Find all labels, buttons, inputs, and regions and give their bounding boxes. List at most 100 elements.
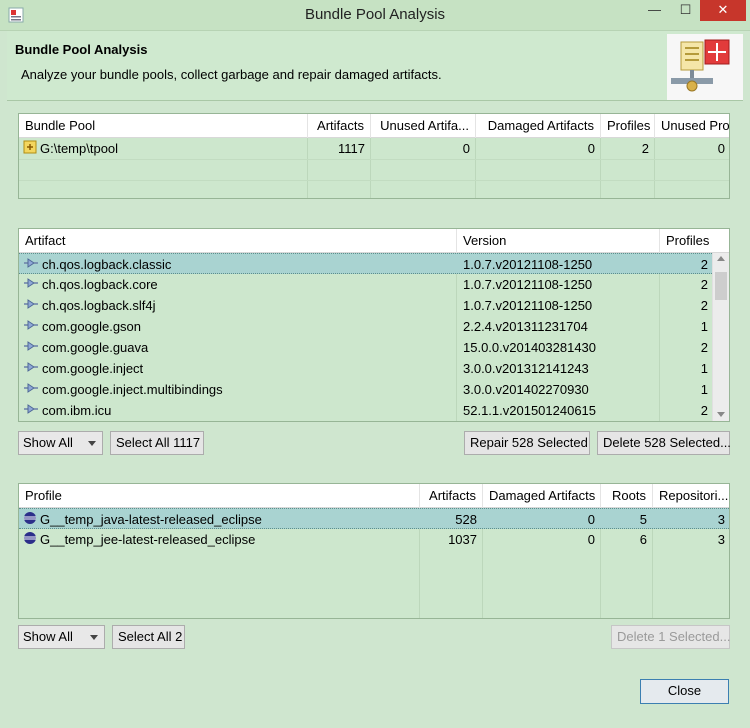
table-row[interactable]: com.google.gson 2.2.4.v201311231704 1 — [19, 316, 714, 337]
artifact-profiles-cell: 2 — [700, 403, 708, 418]
plugin-icon — [23, 275, 39, 295]
column-header-artifact[interactable]: Artifact — [19, 229, 457, 253]
artifact-profiles-cell: 2 — [700, 257, 708, 272]
plugin-icon — [23, 317, 39, 337]
table-row[interactable]: G__temp_java-latest-released_eclipse 528 0… — [19, 508, 729, 529]
profile-damaged-cell: 0 — [587, 512, 595, 527]
profile-table[interactable]: Profile Artifacts Damaged Artifacts Root… — [18, 483, 730, 619]
table-row[interactable]: com.ibm.icu 52.1.1.v201501240615 2 — [19, 400, 714, 421]
column-header-damaged-artifacts[interactable]: Damaged Artifacts — [476, 114, 601, 138]
plugin-icon — [23, 338, 39, 358]
plugin-icon — [23, 380, 39, 400]
artifact-name-cell: com.ibm.icu — [19, 400, 457, 421]
page-description: Analyze your bundle pools, collect garba… — [21, 67, 442, 82]
maximize-button[interactable]: ☐ — [672, 0, 699, 21]
artifact-select-all-button[interactable]: Select All 1117 — [110, 431, 204, 455]
artifact-profiles-cell: 1 — [700, 361, 708, 376]
plugin-icon — [23, 359, 39, 379]
profile-filter-select[interactable]: Show All — [18, 625, 105, 649]
table-row[interactable]: G__temp_jee-latest-released_eclipse 1037 0… — [19, 529, 729, 550]
plugin-icon — [23, 401, 39, 421]
delete-artifacts-button[interactable]: Delete 528 Selected... — [597, 431, 731, 455]
column-header-bundle-pool[interactable]: Bundle Pool — [19, 114, 308, 138]
profile-repositories-cell: 3 — [717, 532, 725, 547]
column-header-artifact-profiles[interactable]: Profiles — [660, 229, 714, 253]
scroll-down-icon[interactable] — [717, 412, 725, 417]
column-header-profile[interactable]: Profile — [19, 484, 420, 508]
scroll-up-icon[interactable] — [717, 256, 725, 261]
profile-select-all-button[interactable]: Select All 2 — [112, 625, 185, 649]
column-header-unused-artifacts[interactable]: Unused Artifa... — [371, 114, 476, 138]
artifact-table[interactable]: Artifact Version Profiles ch.qos.logback… — [18, 228, 730, 422]
bundle-pool-table-header: Bundle Pool Artifacts Unused Artifa... D… — [19, 114, 729, 138]
artifact-profiles-cell: 2 — [700, 340, 708, 355]
artifact-name-cell: ch.qos.logback.slf4j — [19, 295, 457, 316]
close-window-button[interactable]: ✕ — [700, 0, 746, 21]
column-header-profile-artifacts[interactable]: Artifacts — [420, 484, 483, 508]
artifact-table-header: Artifact Version Profiles — [19, 229, 729, 253]
artifact-version-cell: 1.0.7.v20121108-1250 — [463, 298, 593, 313]
window-title: Bundle Pool Analysis — [304, 6, 446, 23]
repair-selected-button[interactable]: Repair 528 Selected — [464, 431, 590, 455]
chevron-down-icon — [88, 441, 96, 446]
profile-roots-cell: 6 — [639, 532, 647, 547]
bundle-pool-icon — [23, 139, 37, 159]
plugin-icon — [23, 255, 39, 275]
profile-table-header: Profile Artifacts Damaged Artifacts Root… — [19, 484, 729, 508]
artifact-version-cell: 1.0.7.v20121108-1250 — [463, 257, 593, 272]
table-row[interactable]: com.google.guava 15.0.0.v201403281430 2 — [19, 337, 714, 358]
artifact-version-cell: 2.2.4.v201311231704 — [463, 319, 588, 334]
profile-artifacts-cell: 528 — [455, 512, 477, 527]
profile-repositories-cell: 3 — [717, 512, 725, 527]
artifact-name-cell: ch.qos.logback.core — [19, 274, 457, 295]
close-button[interactable]: Close — [640, 679, 729, 704]
profile-name-cell: G__temp_jee-latest-released_eclipse — [19, 529, 420, 550]
table-row[interactable]: com.google.inject.multibindings 3.0.0.v20… — [19, 379, 714, 400]
table-row[interactable]: ch.qos.logback.slf4j 1.0.7.v20121108-1250… — [19, 295, 714, 316]
table-row[interactable]: ch.qos.logback.classic 1.0.7.v20121108-12… — [19, 253, 714, 274]
title-bar: Bundle Pool Analysis — ☐ ✕ — [0, 0, 750, 31]
plugin-icon — [23, 296, 39, 316]
artifact-profiles-cell: 2 — [700, 277, 708, 292]
column-header-roots[interactable]: Roots — [601, 484, 653, 508]
scrollbar-thumb[interactable] — [715, 272, 727, 300]
pool-unused-profiles-cell: 0 — [717, 141, 725, 156]
column-header-artifacts[interactable]: Artifacts — [308, 114, 371, 138]
bundle-pool-table[interactable]: Bundle Pool Artifacts Unused Artifa... D… — [18, 113, 730, 199]
artifact-filter-select[interactable]: Show All — [18, 431, 103, 455]
artifact-table-scrollbar[interactable] — [712, 253, 729, 421]
artifact-name-cell: com.google.inject.multibindings — [19, 379, 457, 400]
pool-unused-artifacts-cell: 0 — [462, 141, 470, 156]
delete-profiles-button[interactable]: Delete 1 Selected... — [611, 625, 730, 649]
column-header-version[interactable]: Version — [457, 229, 660, 253]
artifact-version-cell: 15.0.0.v201403281430 — [463, 340, 597, 355]
table-row[interactable]: ch.qos.logback.core 1.0.7.v20121108-1250 2 — [19, 274, 714, 295]
table-row[interactable]: G:\temp\tpool 1117 0 0 2 0 — [19, 138, 729, 159]
profile-roots-cell: 5 — [639, 512, 647, 527]
header-banner: Bundle Pool Analysis Analyze your bundle… — [7, 31, 743, 101]
column-header-repositories[interactable]: Repositori... — [653, 484, 729, 508]
minimize-button[interactable]: — — [640, 0, 669, 21]
artifact-profiles-cell: 2 — [700, 298, 708, 313]
artifact-profiles-cell: 1 — [700, 382, 708, 397]
profile-name-cell: G__temp_java-latest-released_eclipse — [19, 509, 420, 530]
eclipse-icon — [23, 530, 37, 550]
pool-damaged-cell: 0 — [587, 141, 595, 156]
artifact-version-cell: 1.0.7.v20121108-1250 — [463, 277, 593, 292]
profile-damaged-cell: 0 — [587, 532, 595, 547]
wizard-banner-icon — [667, 34, 743, 100]
artifact-name-cell: com.google.inject — [19, 358, 457, 379]
artifact-version-cell: 52.1.1.v201501240615 — [463, 403, 597, 418]
artifact-name-cell: com.google.guava — [19, 337, 457, 358]
column-header-profile-damaged[interactable]: Damaged Artifacts — [483, 484, 601, 508]
table-row[interactable]: com.google.inject 3.0.0.v201312141243 1 — [19, 358, 714, 379]
column-header-profiles[interactable]: Profiles — [601, 114, 655, 138]
artifact-version-cell: 3.0.0.v201402270930 — [463, 382, 589, 397]
profile-artifacts-cell: 1037 — [448, 532, 477, 547]
eclipse-icon — [23, 510, 37, 530]
artifact-version-cell: 3.0.0.v201312141243 — [463, 361, 589, 376]
artifact-name-cell: ch.qos.logback.classic — [19, 254, 457, 275]
pool-name-cell: G:\temp\tpool — [19, 138, 308, 159]
column-header-unused-profiles[interactable]: Unused Profi... — [655, 114, 729, 138]
artifact-name-cell: com.google.gson — [19, 316, 457, 337]
